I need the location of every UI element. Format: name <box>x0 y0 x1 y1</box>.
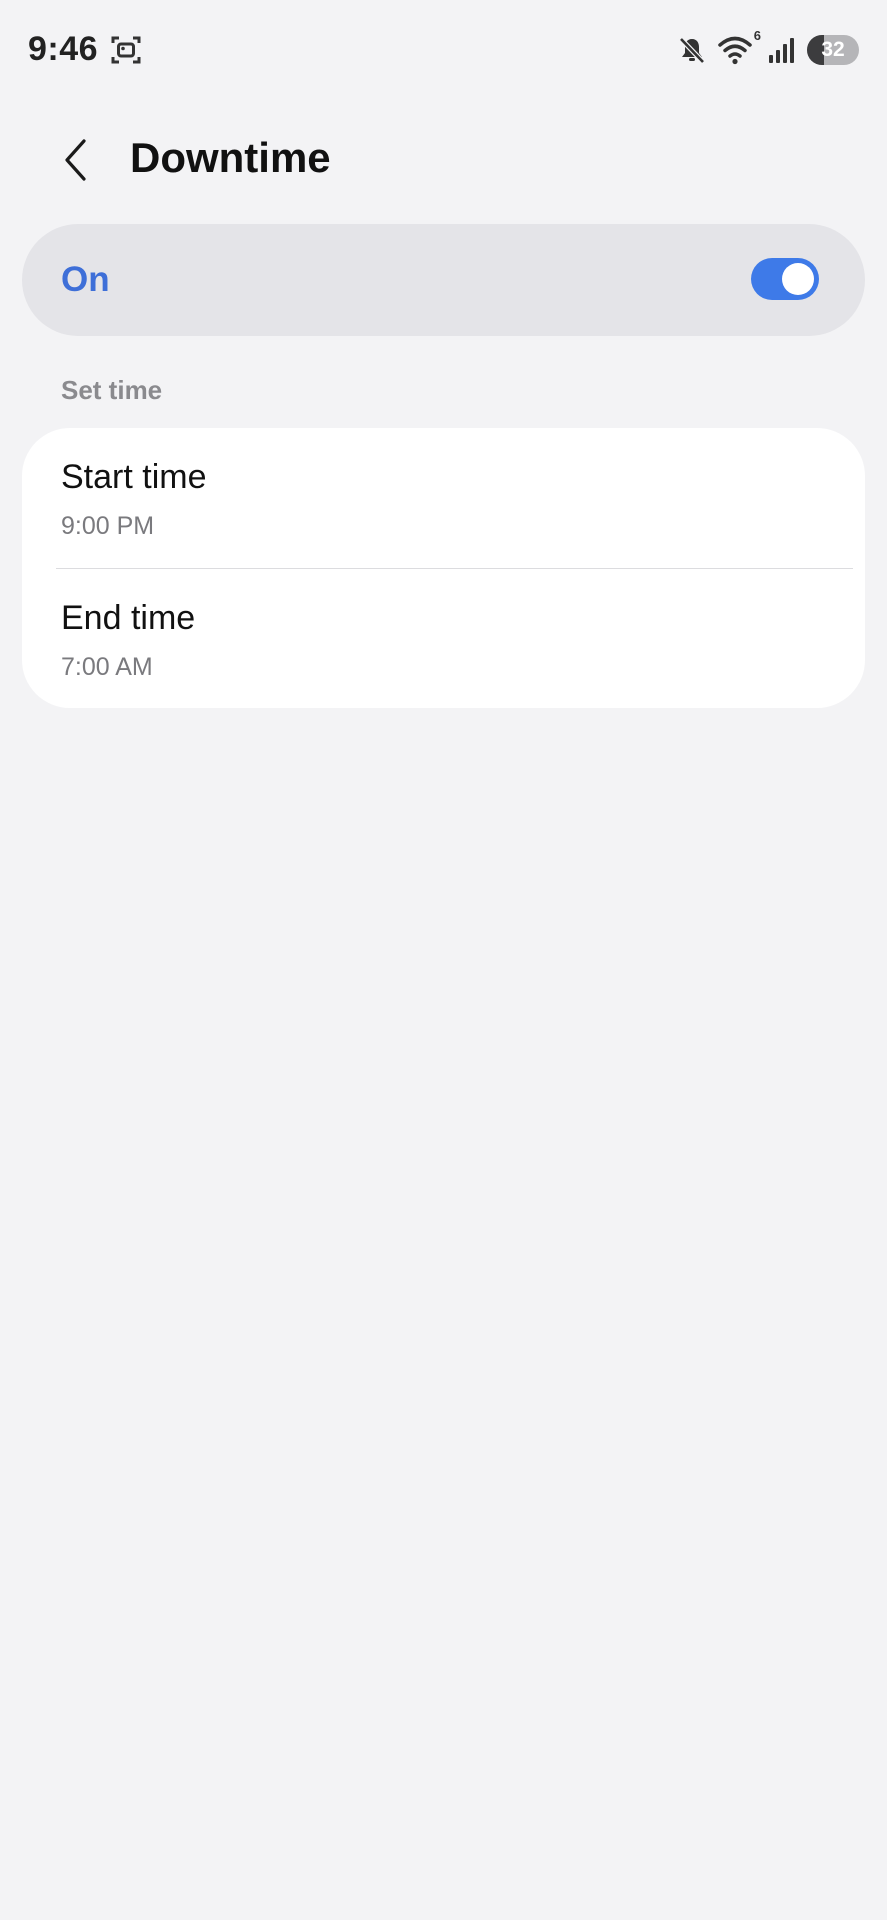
back-button[interactable] <box>48 130 104 190</box>
battery-icon: 32 <box>807 35 859 65</box>
start-time-row[interactable]: Start time 9:00 PM <box>22 428 865 568</box>
screenshot-icon <box>111 36 141 64</box>
end-time-title: End time <box>61 599 196 637</box>
status-bar: 9:46 6 32 <box>0 0 887 100</box>
set-time-card: Start time 9:00 PM End time 7:00 AM <box>22 428 865 708</box>
wifi-status: 6 <box>717 28 761 66</box>
master-switch-label: On <box>61 260 110 299</box>
chevron-left-icon <box>65 139 86 181</box>
status-time: 9:46 <box>28 30 99 68</box>
toggle-knob <box>782 263 814 295</box>
wifi-icon <box>718 36 752 65</box>
master-switch-row[interactable]: On <box>22 224 865 336</box>
master-toggle[interactable] <box>751 258 819 300</box>
mute-icon <box>679 37 705 64</box>
start-time-title: Start time <box>61 458 207 496</box>
end-time-row[interactable]: End time 7:00 AM <box>22 569 865 708</box>
wifi-badge: 6 <box>753 28 761 43</box>
page-title: Downtime <box>130 134 331 181</box>
start-time-value: 9:00 PM <box>61 512 155 540</box>
end-time-value: 7:00 AM <box>61 653 153 681</box>
battery-level: 32 <box>821 38 845 61</box>
header: Downtime <box>0 120 887 200</box>
section-header-set-time: Set time <box>61 375 163 405</box>
signal-icon <box>769 38 794 63</box>
status-icons: 6 32 <box>677 28 859 68</box>
